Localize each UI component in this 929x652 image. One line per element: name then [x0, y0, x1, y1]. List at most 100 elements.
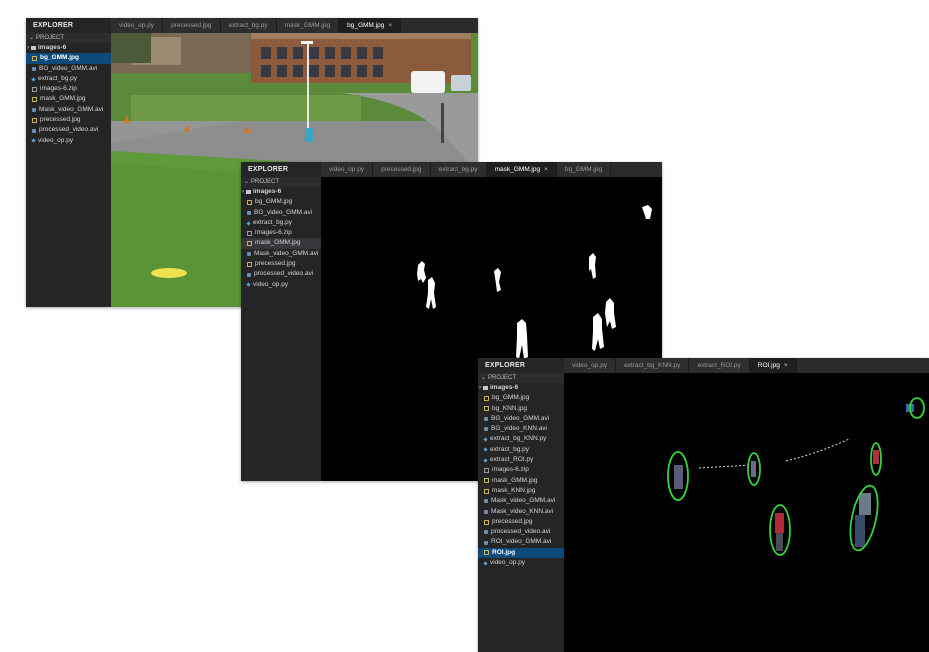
chevron-right-icon: › [27, 45, 29, 51]
file-item[interactable]: precessed.jpg [26, 115, 111, 125]
file-item[interactable]: BG_video_KNN.avi [478, 424, 564, 434]
file-name: processed_video.avi [39, 126, 99, 134]
file-name: images-6 [253, 188, 282, 195]
file-item[interactable]: extract_ROI.py [478, 455, 564, 465]
file-name: Mask_video_GMM.avi [491, 497, 556, 505]
file-item[interactable]: Mask_video_GMM.avi [478, 496, 564, 506]
file-item[interactable]: mask_KNN.jpg [478, 486, 564, 496]
editor-tab[interactable]: bg_GMM.jpg × [339, 18, 402, 33]
file-item[interactable]: video_op.py [26, 136, 111, 146]
file-name: images-6.zip [492, 466, 529, 474]
editor-tab[interactable]: video_op.py [111, 18, 164, 33]
file-tree: › images-6 bg_GMM.jpg BG_video_GMM.avi extra… [241, 187, 321, 290]
project-section-header[interactable]: ⌄ PROJECT [241, 177, 321, 187]
editor-tab[interactable]: mask_GMM.jpg × [486, 162, 557, 177]
tab-label: bg_GMM.jpg [564, 166, 603, 173]
file-name: precessed.jpg [492, 517, 533, 525]
file-item[interactable]: images-6.zip [26, 84, 111, 94]
chevron-down-icon: ⌄ [244, 179, 250, 185]
editor-tab[interactable]: ROI.jpg × [749, 358, 797, 373]
avi-file-icon [32, 107, 36, 112]
editor-tab[interactable]: extract_bg.py [220, 18, 277, 33]
py-file-icon [246, 220, 251, 226]
editor-tab[interactable]: extract_ROI.py [689, 358, 750, 373]
file-item[interactable]: processed_video.avi [26, 125, 111, 135]
file-item[interactable]: mask_GMM.jpg [241, 238, 321, 249]
file-item[interactable]: mask_GMM.jpg [26, 94, 111, 104]
editor-tab[interactable]: bg_GMM.jpg [556, 162, 612, 177]
file-name: processed_video.avi [491, 528, 551, 536]
file-item[interactable]: bg_GMM.jpg [241, 197, 321, 207]
image-viewer [564, 373, 929, 652]
file-item[interactable]: processed_video.avi [241, 269, 321, 279]
project-section-header[interactable]: ⌄ PROJECT [478, 373, 564, 383]
folder-item[interactable]: › images-6 [478, 383, 564, 393]
close-tab-icon[interactable]: × [784, 362, 788, 369]
file-name: bg_KNN.jpg [492, 404, 528, 412]
editor-tab[interactable]: extract_bg_KNN.py [616, 358, 690, 373]
file-item[interactable]: Mask_video_GMM.avi [26, 105, 111, 115]
folder-icon [246, 190, 251, 195]
file-item[interactable]: BG_video_GMM.avi [241, 208, 321, 218]
file-item[interactable]: images-6.zip [241, 228, 321, 238]
file-item[interactable]: images-6.zip [478, 465, 564, 475]
file-item[interactable]: video_op.py [241, 280, 321, 290]
file-item[interactable]: mask_GMM.jpg [478, 476, 564, 486]
file-name: BG_video_KNN.avi [491, 425, 547, 433]
editor-tab[interactable]: extract_bg.py [430, 162, 487, 177]
folder-item[interactable]: › images-6 [26, 43, 111, 53]
close-tab-icon[interactable]: × [544, 166, 548, 173]
file-item[interactable]: BG_video_GMM.avi [26, 64, 111, 74]
jpg-file-icon [32, 97, 37, 103]
tab-label: mask_GMM.jpg [284, 22, 331, 29]
jpg-file-icon [484, 519, 489, 525]
roi-detection-image [564, 373, 929, 652]
chevron-right-icon: › [479, 385, 481, 391]
project-section-header[interactable]: ⌄ PROJECT [26, 33, 111, 43]
file-item[interactable]: extract_bg_KNN.py [478, 434, 564, 444]
file-item[interactable]: bg_GMM.jpg [478, 393, 564, 403]
file-item[interactable]: precessed.jpg [241, 259, 321, 269]
editor-tab[interactable]: precessed.jpg [163, 18, 221, 33]
editor-tab[interactable]: video_op.py [564, 358, 617, 373]
file-name: Mask_video_KNN.avi [491, 507, 554, 515]
file-item[interactable]: bg_KNN.jpg [478, 404, 564, 414]
tab-bar: video_op.py precessed.jpg extract_bg.py mas… [111, 18, 478, 33]
tab-label: extract_bg_KNN.py [624, 362, 681, 369]
editor-tab[interactable]: video_op.py [321, 162, 374, 177]
close-tab-icon[interactable]: × [388, 22, 392, 29]
py-file-icon [483, 447, 488, 453]
file-item[interactable]: ROI_video_GMM.avi [478, 537, 564, 547]
file-name: extract_bg_KNN.py [490, 435, 547, 443]
file-item[interactable]: precessed.jpg [478, 517, 564, 527]
project-label: PROJECT [36, 35, 65, 41]
file-item[interactable]: bg_GMM.jpg [26, 53, 111, 64]
file-name: mask_GMM.jpg [40, 95, 86, 103]
file-item[interactable]: processed_video.avi [478, 527, 564, 537]
editor-tab[interactable]: mask_GMM.jpg [276, 18, 340, 33]
file-item[interactable]: Mask_video_GMM.avi [241, 249, 321, 259]
avi-file-icon [484, 417, 488, 422]
tab-label: extract_bg.py [438, 166, 478, 173]
explorer-sidebar: EXPLORER ⌄ PROJECT › images-6 bg_GMM.jpg BG_… [26, 18, 111, 307]
file-name: extract_bg.py [253, 218, 293, 226]
file-name: images-6 [38, 44, 67, 51]
py-file-icon [246, 282, 251, 287]
file-item[interactable]: extract_bg.py [241, 218, 321, 228]
explorer-title: EXPLORER [248, 166, 289, 173]
file-item[interactable]: extract_bg.py [26, 74, 111, 84]
tab-label: ROI.jpg [757, 362, 780, 369]
py-file-icon [31, 138, 36, 143]
editor-tab[interactable]: precessed.jpg [373, 162, 431, 177]
file-item[interactable]: Mask_video_KNN.avi [478, 507, 564, 517]
folder-icon [31, 46, 36, 51]
folder-item[interactable]: › images-6 [241, 187, 321, 197]
file-name: mask_KNN.jpg [492, 486, 536, 494]
file-item[interactable]: ROI.jpg [478, 547, 564, 559]
project-label: PROJECT [488, 375, 517, 381]
file-item[interactable]: video_op.py [478, 558, 564, 568]
file-item[interactable]: BG_video_GMM.avi [478, 414, 564, 424]
chevron-right-icon: › [242, 189, 244, 195]
avi-file-icon [484, 540, 488, 545]
file-item[interactable]: extract_bg.py [478, 445, 564, 455]
